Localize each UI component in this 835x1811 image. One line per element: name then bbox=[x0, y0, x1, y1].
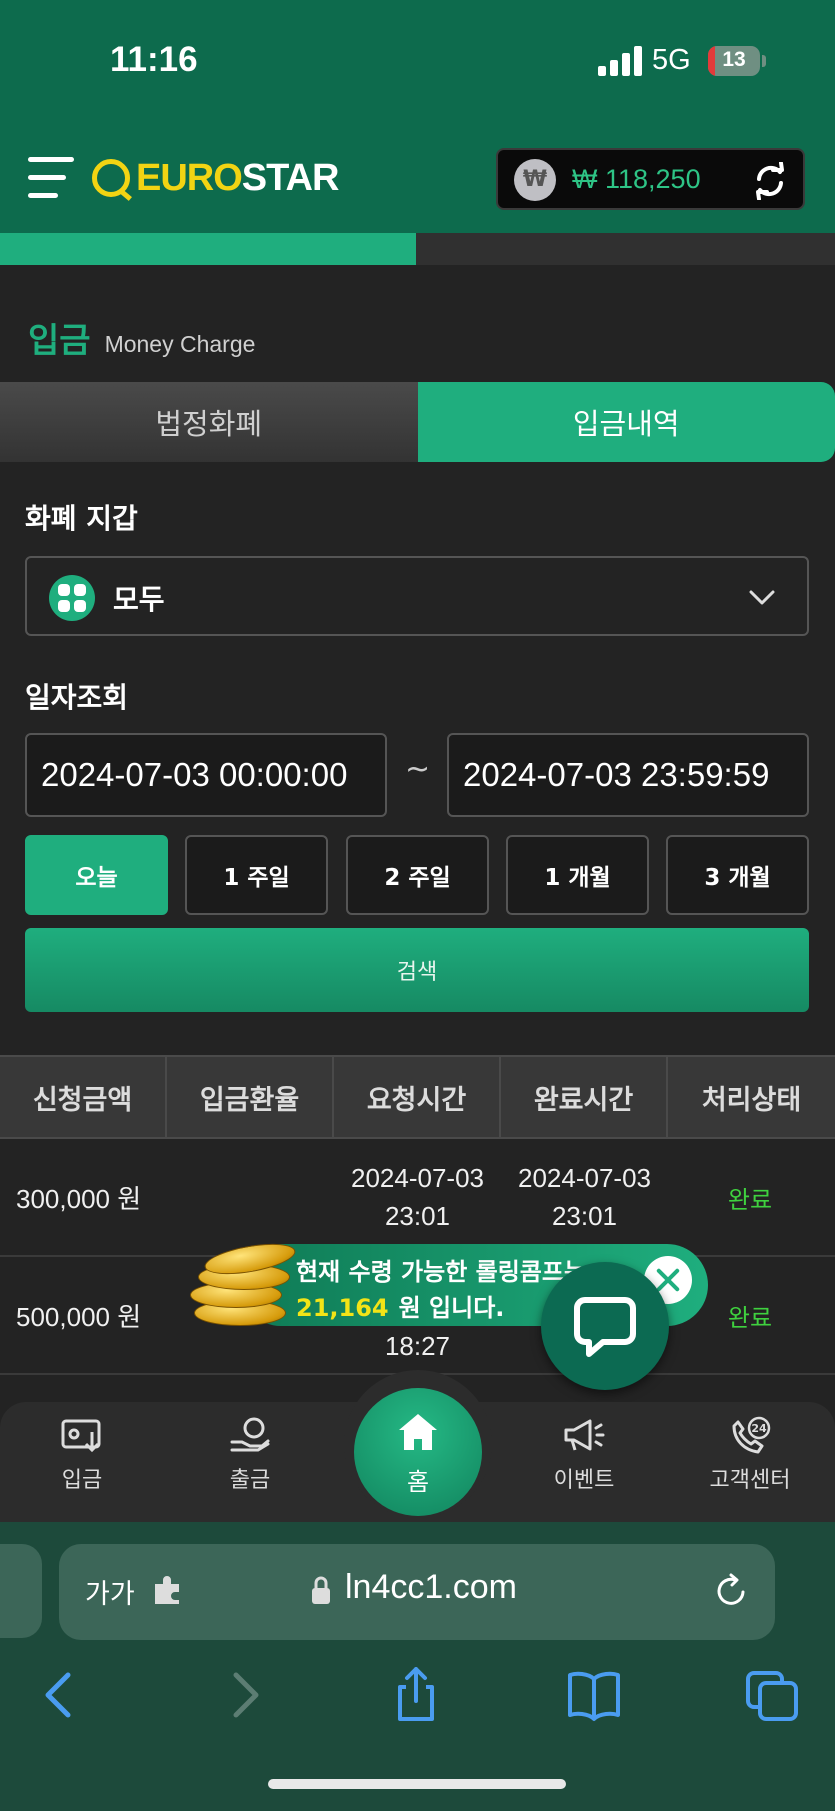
signal-icon bbox=[598, 46, 642, 76]
previous-tab-active[interactable] bbox=[0, 233, 416, 265]
balance-box: ₩ ₩ 118,250 bbox=[496, 148, 805, 210]
section-title-en: Money Charge bbox=[104, 331, 256, 357]
eurostar-logo[interactable]: EURO STAR bbox=[92, 155, 340, 201]
row-request-clock: 18:27 bbox=[384, 1331, 451, 1361]
nav-withdraw-label: 출금 bbox=[229, 1468, 271, 1493]
section-title: 입금 Money Charge bbox=[28, 313, 255, 362]
previous-tab-preview[interactable] bbox=[0, 1544, 42, 1638]
nav-support-label: 고객센터 bbox=[709, 1468, 791, 1493]
header-amount: 신청금액 bbox=[0, 1057, 167, 1137]
row-request-clock: 23:01 bbox=[384, 1201, 451, 1231]
tab-deposit-history[interactable]: 입금내역 bbox=[417, 382, 835, 462]
balance-amount: ₩ 118,250 bbox=[572, 164, 701, 194]
wallet-select[interactable]: 모두 bbox=[25, 556, 809, 636]
network-label: 5G bbox=[652, 44, 691, 76]
battery-tip bbox=[762, 55, 766, 67]
promo-amount-line: 21,164 원 입니다. bbox=[296, 1288, 504, 1323]
battery-level: 13 bbox=[722, 48, 746, 71]
header-status: 처리상태 bbox=[701, 1084, 802, 1116]
hamburger-menu-icon[interactable] bbox=[28, 155, 74, 201]
row-request-time: 2024-07-03 23:01 bbox=[334, 1139, 501, 1255]
extension-icon[interactable] bbox=[151, 1574, 185, 1608]
back-icon[interactable] bbox=[32, 1667, 92, 1723]
row-amount: 300,000 원 bbox=[16, 1183, 142, 1214]
app-header: 11:16 5G 13 EURO STAR ₩ ₩ 118,250 bbox=[0, 0, 835, 233]
row-complete-date: 2024-07-03 bbox=[518, 1163, 651, 1193]
home-indicator[interactable] bbox=[268, 1779, 566, 1789]
svg-text:24: 24 bbox=[751, 1422, 767, 1435]
share-icon[interactable] bbox=[386, 1667, 446, 1723]
range-2week-button[interactable]: 2 주일 bbox=[346, 835, 489, 915]
start-date-input[interactable] bbox=[27, 735, 385, 815]
logo-text-star: STAR bbox=[241, 156, 340, 199]
battery-icon: 13 bbox=[708, 46, 760, 76]
header-request-time: 요청시간 bbox=[334, 1057, 501, 1137]
megaphone-icon bbox=[564, 1419, 605, 1451]
browser-toolbar: 가가 ln4cc1.com bbox=[0, 1522, 835, 1811]
home-icon bbox=[399, 1414, 437, 1450]
date-separator: ~ bbox=[405, 752, 431, 787]
range-1month-button[interactable]: 1 개월 bbox=[506, 835, 649, 915]
range-today-button[interactable]: 오늘 bbox=[25, 835, 168, 915]
grid-icon bbox=[49, 575, 95, 621]
chat-button[interactable] bbox=[541, 1262, 669, 1390]
reload-icon[interactable] bbox=[713, 1572, 751, 1610]
start-date-field[interactable] bbox=[25, 733, 387, 817]
row-complete-clock: 23:01 bbox=[551, 1201, 618, 1231]
nav-withdraw[interactable]: 출금 bbox=[190, 1416, 310, 1494]
forward-icon[interactable] bbox=[212, 1667, 272, 1723]
deposit-icon bbox=[61, 1419, 101, 1453]
row-status: 완료 bbox=[727, 1303, 773, 1332]
previous-tab-row bbox=[0, 233, 835, 265]
range-1week-button[interactable]: 1 주일 bbox=[185, 835, 328, 915]
header-rate: 입금환율 bbox=[167, 1057, 334, 1137]
url-text: ln4cc1.com bbox=[345, 1568, 517, 1606]
row-request-date: 2024-07-03 bbox=[351, 1163, 484, 1193]
row-complete-time: 2024-07-03 23:01 bbox=[501, 1139, 668, 1255]
wallet-selected-value: 모두 bbox=[113, 583, 165, 616]
search-button[interactable]: 검색 bbox=[25, 928, 809, 1012]
promo-amount: 21,164 bbox=[296, 1294, 389, 1322]
nav-deposit-label: 입금 bbox=[61, 1468, 103, 1493]
address-bar[interactable]: 가가 ln4cc1.com bbox=[59, 1544, 775, 1640]
table-row[interactable]: 300,000 원 2024-07-03 23:01 2024-07-03 23:0… bbox=[0, 1139, 835, 1257]
won-coin-icon: ₩ bbox=[514, 159, 556, 201]
row-status: 완료 bbox=[727, 1185, 773, 1214]
nav-home[interactable]: 홈 bbox=[354, 1388, 482, 1516]
chat-bubble-icon bbox=[574, 1297, 636, 1357]
refresh-icon[interactable] bbox=[751, 162, 789, 200]
lock-icon bbox=[312, 1576, 330, 1604]
date-query-label: 일자조회 bbox=[25, 681, 129, 714]
range-3month-button[interactable]: 3 개월 bbox=[666, 835, 809, 915]
end-date-field[interactable] bbox=[447, 733, 809, 817]
nav-home-label: 홈 bbox=[406, 1468, 430, 1496]
nav-event-label: 이벤트 bbox=[553, 1468, 615, 1493]
chevron-down-icon bbox=[749, 590, 775, 605]
logo-text-euro: EURO bbox=[136, 156, 243, 199]
table-header: 신청금액 입금환율 요청시간 완료시간 처리상태 bbox=[0, 1055, 835, 1139]
text-size-button[interactable]: 가가 bbox=[85, 1572, 135, 1611]
withdraw-icon bbox=[230, 1417, 270, 1452]
wallet-label: 화폐 지갑 bbox=[25, 502, 138, 535]
nav-deposit[interactable]: 입금 bbox=[22, 1416, 142, 1494]
header-complete-time: 완료시간 bbox=[501, 1057, 668, 1137]
tabs-icon[interactable] bbox=[742, 1667, 802, 1723]
tab-fiat[interactable]: 법정화폐 bbox=[0, 382, 418, 462]
logo-mark-icon bbox=[92, 159, 130, 197]
gold-coins-icon bbox=[190, 1238, 298, 1330]
end-date-input[interactable] bbox=[449, 735, 807, 815]
promo-text: 현재 수령 가능한 롤링콤프는 bbox=[296, 1258, 587, 1286]
row-amount: 500,000 원 bbox=[16, 1301, 142, 1332]
status-time: 11:16 bbox=[110, 40, 198, 79]
support-24-icon: 24 bbox=[732, 1416, 771, 1454]
section-title-ko: 입금 bbox=[28, 321, 91, 361]
tab-bar: 법정화폐 입금내역 bbox=[0, 382, 835, 462]
nav-support[interactable]: 24 고객센터 bbox=[690, 1416, 810, 1494]
bookmarks-icon[interactable] bbox=[564, 1667, 624, 1723]
nav-event[interactable]: 이벤트 bbox=[524, 1416, 644, 1494]
promo-suffix: 원 입니다. bbox=[398, 1294, 505, 1322]
